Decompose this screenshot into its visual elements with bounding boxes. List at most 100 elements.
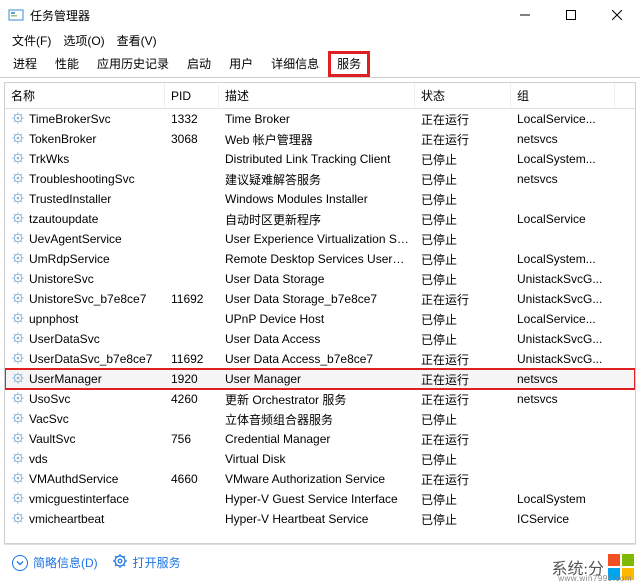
cell-name: UserDataSvc_b7e8ce7 [5, 350, 165, 369]
cell-status: 正在运行 [415, 130, 511, 149]
cell-status: 已停止 [415, 450, 511, 469]
cell-group: LocalService... [511, 111, 615, 127]
column-header-status[interactable]: 状态 [415, 83, 511, 108]
cell-pid [165, 498, 219, 500]
cell-status: 已停止 [415, 190, 511, 209]
table-row[interactable]: UserDataSvcUser Data Access已停止UnistackSv… [5, 329, 635, 349]
cell-pid: 11692 [165, 351, 219, 367]
table-row[interactable]: vmicguestinterfaceHyper-V Guest Service … [5, 489, 635, 509]
tab-5[interactable]: 详细信息 [262, 50, 328, 77]
cell-group [511, 198, 615, 200]
cell-pid [165, 278, 219, 280]
cell-desc: User Data Storage_b7e8ce7 [219, 291, 415, 307]
cell-desc: Distributed Link Tracking Client [219, 151, 415, 167]
cell-group: LocalSystem... [511, 251, 615, 267]
cell-desc: Remote Desktop Services UserM... [219, 251, 415, 267]
service-icon [11, 471, 29, 488]
table-row[interactable]: tzautoupdate自动时区更新程序已停止LocalService [5, 209, 635, 229]
cell-status: 正在运行 [415, 350, 511, 369]
service-icon [11, 291, 29, 308]
service-icon [11, 431, 29, 448]
cell-group: ICService [511, 511, 615, 527]
service-icon [11, 491, 29, 508]
cell-group [511, 458, 615, 460]
cell-status: 已停止 [415, 150, 511, 169]
cell-pid [165, 518, 219, 520]
cell-status: 已停止 [415, 310, 511, 329]
column-header-name[interactable]: 名称 [5, 83, 165, 108]
cell-desc: User Manager [219, 371, 415, 387]
cell-desc: 立体音频组合器服务 [219, 410, 415, 429]
cell-group: LocalSystem [511, 491, 615, 507]
menu-options[interactable]: 选项(O) [57, 30, 110, 51]
cell-desc: User Data Storage [219, 271, 415, 287]
tab-4[interactable]: 用户 [220, 50, 262, 77]
table-row[interactable]: VacSvc立体音频组合器服务已停止 [5, 409, 635, 429]
cell-pid [165, 178, 219, 180]
table-row[interactable]: upnphostUPnP Device Host已停止LocalService.… [5, 309, 635, 329]
cell-desc: Time Broker [219, 111, 415, 127]
cell-name: TrustedInstaller [5, 190, 165, 209]
table-row[interactable]: UnistoreSvc_b7e8ce711692User Data Storag… [5, 289, 635, 309]
table-row[interactable]: TrustedInstallerWindows Modules Installe… [5, 189, 635, 209]
cell-pid: 4660 [165, 471, 219, 487]
cell-desc: Virtual Disk [219, 451, 415, 467]
cell-group: netsvcs [511, 131, 615, 147]
cell-status: 正在运行 [415, 370, 511, 389]
cell-group [511, 418, 615, 420]
table-row[interactable]: TimeBrokerSvc1332Time Broker正在运行LocalSer… [5, 109, 635, 129]
cell-status: 已停止 [415, 210, 511, 229]
cell-pid [165, 218, 219, 220]
table-row[interactable]: UsoSvc4260更新 Orchestrator 服务正在运行netsvcs [5, 389, 635, 409]
menu-file[interactable]: 文件(F) [6, 30, 57, 51]
service-icon [11, 451, 29, 468]
minimize-button[interactable] [502, 0, 548, 30]
tab-0[interactable]: 进程 [4, 50, 46, 77]
cell-status: 正在运行 [415, 110, 511, 129]
column-header-desc[interactable]: 描述 [219, 83, 415, 108]
menu-view[interactable]: 查看(V) [111, 30, 163, 51]
tab-2[interactable]: 应用历史记录 [88, 50, 178, 77]
cell-pid [165, 158, 219, 160]
table-row[interactable]: UmRdpService Remote Desktop Services User… [5, 249, 635, 269]
table-row[interactable]: UserManager1920User Manager正在运行netsvcs [5, 369, 635, 389]
table-row[interactable]: UevAgentServiceUser Experience Virtualiz… [5, 229, 635, 249]
table-row[interactable]: TokenBroker3068Web 帐户管理器正在运行netsvcs [5, 129, 635, 149]
column-header-pid[interactable]: PID [165, 85, 219, 107]
table-row[interactable]: vdsVirtual Disk已停止 [5, 449, 635, 469]
service-icon [11, 311, 29, 328]
brief-info-button[interactable]: 简略信息(D) [12, 554, 98, 571]
service-icon [11, 191, 29, 208]
tab-1[interactable]: 性能 [46, 50, 88, 77]
table-row[interactable]: UnistoreSvcUser Data Storage已停止UnistackS… [5, 269, 635, 289]
cell-group: LocalSystem... [511, 151, 615, 167]
close-button[interactable] [594, 0, 640, 30]
cell-name: TrkWks [5, 150, 165, 169]
table-row[interactable]: VaultSvc756Credential Manager正在运行 [5, 429, 635, 449]
table-row[interactable]: TrkWks Distributed Link Tracking Client已停… [5, 149, 635, 169]
cell-name: vmicheartbeat [5, 510, 165, 529]
cell-status: 正在运行 [415, 430, 511, 449]
cell-name: vmicguestinterface [5, 490, 165, 509]
service-icon [11, 351, 29, 368]
service-icon [11, 131, 29, 148]
cell-desc: VMware Authorization Service [219, 471, 415, 487]
cell-pid [165, 458, 219, 460]
cell-name: UmRdpService [5, 250, 165, 269]
open-services-button[interactable]: 打开服务 [112, 553, 181, 572]
table-row[interactable]: vmicheartbeatHyper-V Heartbeat Service已停… [5, 509, 635, 529]
cell-pid: 1920 [165, 371, 219, 387]
cell-status: 正在运行 [415, 470, 511, 489]
maximize-button[interactable] [548, 0, 594, 30]
tab-3[interactable]: 启动 [178, 50, 220, 77]
table-row[interactable]: TroubleshootingSvc建议疑难解答服务已停止netsvcs [5, 169, 635, 189]
cell-group [511, 438, 615, 440]
table-row[interactable]: UserDataSvc_b7e8ce711692User Data Access… [5, 349, 635, 369]
cell-status: 已停止 [415, 410, 511, 429]
cell-pid [165, 258, 219, 260]
column-header-group[interactable]: 组 [511, 83, 615, 108]
service-icon [11, 331, 29, 348]
table-row[interactable]: VMAuthdService4660VMware Authorization S… [5, 469, 635, 489]
cell-pid: 4260 [165, 391, 219, 407]
tab-6[interactable]: 服务 [328, 51, 370, 77]
